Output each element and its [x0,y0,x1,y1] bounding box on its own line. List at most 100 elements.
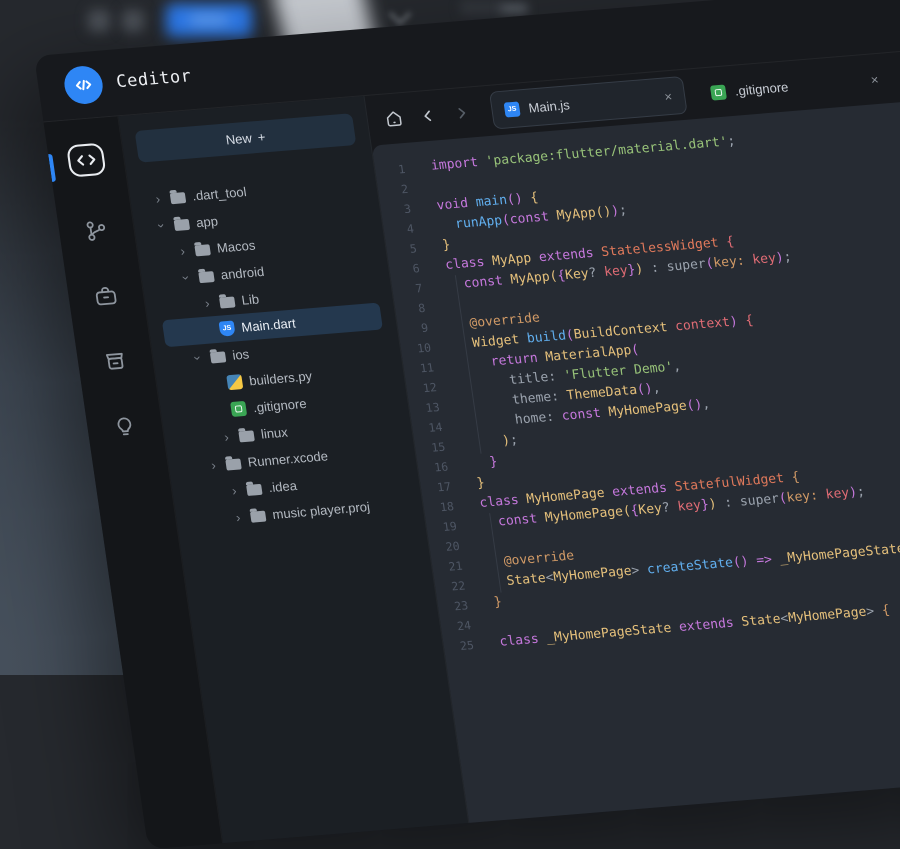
folder-file-icon [198,271,215,283]
code-token: } [476,476,486,492]
chevron-right-icon[interactable]: › [207,458,220,472]
code-token: { [881,603,891,619]
tree-item-label: music player.proj [271,499,370,522]
code-token: runApp [454,213,503,232]
forward-chevron-icon[interactable] [448,100,475,126]
chevron-right-icon[interactable]: › [220,430,233,444]
chevron-right-icon[interactable]: › [176,244,189,258]
code-token: key: [712,253,753,271]
code-token: const [509,209,558,228]
code-token: MyHomePage [552,564,632,585]
folder-file-icon [225,458,242,470]
code-token: class [499,631,548,650]
code-token: createState [646,555,734,577]
chevron-down-icon[interactable]: › [191,352,206,364]
code-token: Key [637,501,663,518]
ceditor-window: Ceditor [34,0,900,849]
code-token: @override [503,548,575,569]
code-token: ; [618,203,628,219]
back-chevron-icon[interactable] [414,103,441,129]
chevron-down-icon[interactable]: › [155,220,170,232]
code-token [459,355,492,372]
folder-file-icon [250,511,267,523]
background-toolbar-icon [88,10,110,32]
code-token: State [506,571,547,589]
tab-spacer [797,80,862,85]
folder-file-icon [194,244,211,256]
folder-file-icon [246,484,263,496]
new-file-button[interactable]: New + [135,113,357,163]
code-token: => [747,552,780,569]
js-file-icon: JS [504,101,521,117]
code-token: return [490,350,547,369]
code-token: Widget [471,332,528,351]
code-lines: 1import 'package:flutter/material.dart';… [374,99,900,657]
python-file-icon [226,374,243,390]
code-icon[interactable] [65,142,108,179]
archive-box-icon[interactable] [102,348,129,374]
folder-file-icon [174,219,191,231]
chevron-down-icon[interactable]: › [179,272,194,284]
plus-icon: + [257,129,267,144]
code-token: ; [856,484,866,500]
code-token: () [506,191,532,208]
background-faint-text [500,4,528,13]
chevron-right-icon[interactable]: › [152,192,165,206]
code-token: { [744,313,754,329]
code-token: key [825,486,851,503]
close-icon[interactable]: × [870,72,879,86]
code-token: context [674,315,731,334]
chevron-right-icon[interactable]: › [232,510,245,524]
chevron-right-icon[interactable]: › [228,484,241,498]
code-token: key: [786,488,827,506]
code-token: const [463,273,512,292]
tree-item-label: .dart_tool [191,184,247,203]
code-token: key [751,251,777,268]
code-token: Key [564,266,590,283]
code-text: } [473,452,499,474]
chevron-spacer [217,410,224,411]
tree-item-label: builders.py [248,368,313,388]
chevron-spacer [206,330,213,331]
code-token: State [740,612,781,630]
code-token: class [479,492,528,511]
code-token: , [672,359,682,375]
git-branch-icon[interactable] [83,218,110,244]
code-token: class [444,254,493,273]
tab-spacer [579,97,656,103]
dart-file-icon: JS [219,321,236,337]
code-token: MyHomePage( [544,504,632,526]
code-token: ThemeData [566,383,638,404]
code-token: key [603,263,629,280]
tree-item-label: Runner.xcode [247,448,329,469]
tree-item-label: linux [260,425,289,442]
code-token: ( [630,342,640,358]
code-token: , [701,397,711,413]
code-token: { [529,190,539,206]
tab--gitignore[interactable]: .gitignore× [696,60,892,111]
code-token: MyApp( [510,269,559,288]
chevron-right-icon[interactable]: › [201,296,214,310]
folder-file-icon [219,296,236,308]
code-token: extends [611,480,676,500]
tree-item-label: Main.dart [240,316,296,335]
ceditor-logo-icon [62,65,105,106]
code-token: build [526,328,567,346]
chevron-spacer [213,383,220,384]
code-token: MyHomePage [787,605,867,626]
lightbulb-icon[interactable] [111,414,138,440]
folder-file-icon [170,192,187,204]
tab-label: Main.js [527,97,570,115]
tree-item-label: .idea [268,478,298,495]
code-token: } [441,238,451,254]
code-token: const [497,511,546,530]
briefcase-icon[interactable] [92,283,119,309]
code-text: } [475,474,486,494]
background-blue-button [166,4,252,37]
git-file-icon [230,401,247,417]
code-token: extends [678,615,743,635]
close-icon[interactable]: × [664,89,673,103]
background-chevron-icon [389,3,412,26]
new-file-label: New [225,130,253,147]
home-icon[interactable] [380,106,407,132]
